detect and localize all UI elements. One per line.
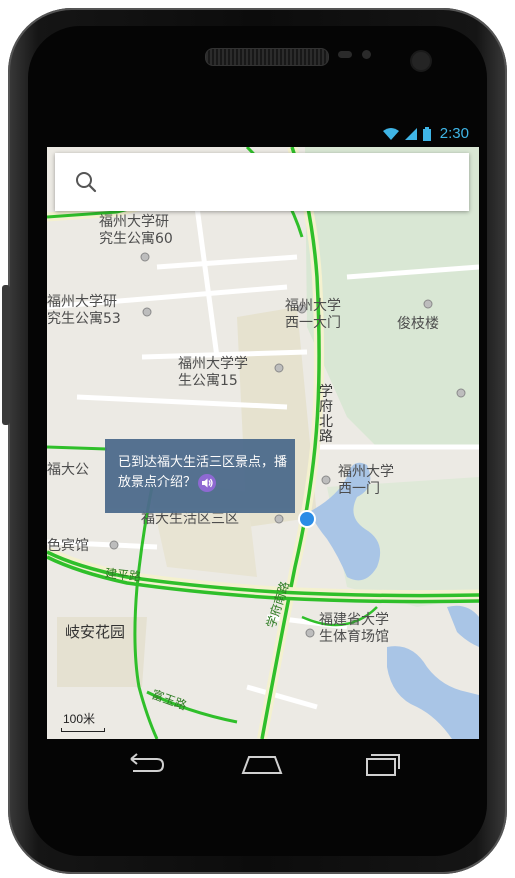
recents-icon[interactable] bbox=[357, 749, 407, 781]
search-icon[interactable] bbox=[75, 171, 97, 193]
map-label: 福州大学 西一大门 bbox=[285, 298, 341, 331]
signal-icon bbox=[404, 127, 417, 140]
scale-bar bbox=[61, 728, 105, 732]
map-label: 福州大学 西一门 bbox=[338, 464, 394, 497]
map-label: 福州大学研 究生公寓53 bbox=[47, 294, 121, 327]
search-bar[interactable] bbox=[55, 153, 469, 211]
light-sensor bbox=[362, 50, 371, 59]
front-camera bbox=[412, 52, 430, 70]
status-bar: 2:30 bbox=[47, 125, 479, 147]
navigation-bar bbox=[47, 739, 479, 791]
current-location-marker bbox=[300, 512, 314, 526]
map-label: 福州大学研 究生公寓60 bbox=[99, 214, 173, 247]
earpiece-speaker bbox=[205, 48, 329, 66]
map-label: 福大生活区三区 bbox=[141, 511, 239, 527]
battery-icon bbox=[422, 126, 431, 141]
home-icon[interactable] bbox=[237, 749, 287, 781]
map-label: 福大公 bbox=[47, 462, 89, 478]
map-label: 色宾馆 bbox=[47, 538, 89, 554]
wifi-icon bbox=[382, 127, 399, 140]
volume-button bbox=[2, 285, 10, 425]
map-scale: 100米 bbox=[61, 710, 105, 732]
back-icon[interactable] bbox=[119, 749, 169, 781]
search-input[interactable] bbox=[113, 163, 457, 203]
map-screen[interactable]: 福州大学研 究生公寓60 福州大学研 究生公寓53 福州大学 西一大门 俊枝楼 … bbox=[47, 147, 479, 739]
map-label: 福州大学学 生公寓15 bbox=[178, 356, 248, 389]
map-label: 建平路 bbox=[104, 566, 142, 584]
proximity-sensor bbox=[338, 51, 352, 58]
map-label: 岐安花园 bbox=[65, 623, 126, 641]
scale-label: 100米 bbox=[63, 712, 96, 726]
clock: 2:30 bbox=[439, 125, 469, 142]
arrival-popup[interactable]: 已到达福大生活三区景点，播放景点介绍？ bbox=[105, 439, 295, 513]
speaker-icon[interactable] bbox=[198, 473, 217, 492]
map-label: 福建省大学 生体育场馆 bbox=[319, 612, 389, 645]
map-label: 学府北路 bbox=[319, 384, 333, 445]
map-label: 俊枝楼 bbox=[397, 316, 439, 332]
